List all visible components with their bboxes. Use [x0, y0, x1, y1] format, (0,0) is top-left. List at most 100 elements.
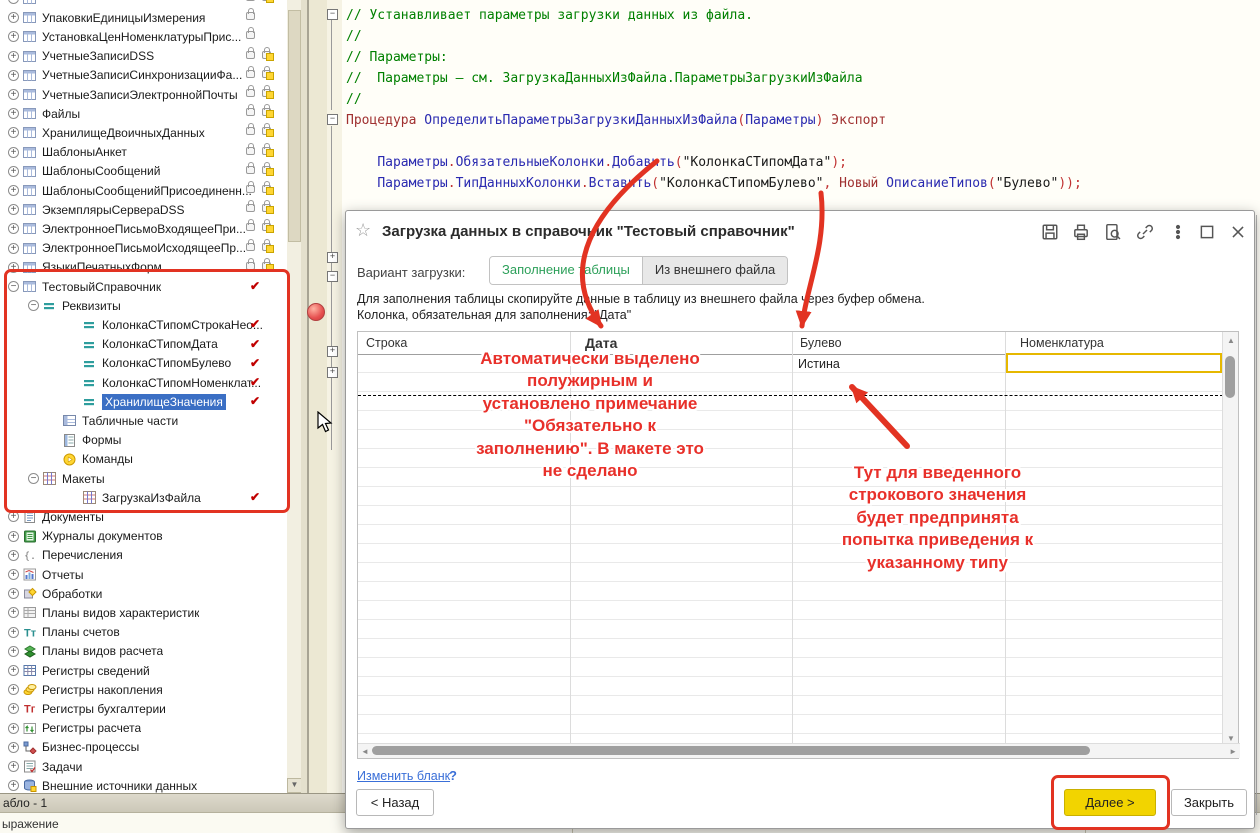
tree-item[interactable]: +Регистры накопления [0, 680, 288, 699]
table-hscroll-thumb[interactable] [372, 746, 1090, 755]
expand-icon[interactable]: + [8, 12, 19, 23]
column-header-nomenklatura[interactable]: Номенклатура [1020, 336, 1104, 350]
table-horizontal-scrollbar[interactable]: ◄ ► [358, 743, 1240, 758]
fold-toggle-icon[interactable]: − [327, 114, 338, 125]
editor-breakpoint-margin[interactable] [309, 0, 327, 793]
tree-item[interactable]: +Документы [0, 507, 288, 526]
fold-toggle-icon[interactable]: + [327, 367, 338, 378]
column-header-bulevo[interactable]: Булево [800, 336, 842, 350]
tree-item[interactable]: Табличные части [0, 411, 288, 430]
expand-icon[interactable]: + [8, 108, 19, 119]
expand-icon[interactable]: + [8, 243, 19, 254]
tree-item[interactable]: +ЭлектронноеПисьмоВходящееПри... [0, 219, 288, 238]
expand-icon[interactable]: + [8, 147, 19, 158]
expand-icon[interactable]: + [8, 569, 19, 580]
data-table[interactable]: Строка Дата Булево Номенклатура Истина ▲ [357, 331, 1239, 759]
tree-item[interactable]: +Задачи [0, 757, 288, 776]
tree-item[interactable]: Команды [0, 450, 288, 469]
close-button[interactable]: Закрыть [1171, 789, 1247, 816]
tree-item[interactable]: КолонкаСТипомДата✔ [0, 335, 288, 354]
tree-item[interactable]: + [0, 0, 288, 8]
expand-icon[interactable]: + [8, 607, 19, 618]
tree-item[interactable]: +Файлы [0, 104, 288, 123]
scroll-right-icon[interactable]: ► [1229, 747, 1237, 756]
panel-splitter[interactable] [301, 0, 309, 793]
tree-item[interactable]: −Реквизиты [0, 296, 288, 315]
help-button[interactable]: ? [449, 768, 457, 783]
expand-icon[interactable]: + [8, 511, 19, 522]
column-header-stroka[interactable]: Строка [366, 336, 407, 350]
tree-item[interactable]: +УстановкаЦенНоменклатурыПрис... [0, 27, 288, 46]
tree-item[interactable]: +ТгРегистры бухгалтерии [0, 699, 288, 718]
tree-item[interactable]: +УпаковкиЕдиницыИзмерения [0, 8, 288, 27]
preview-button[interactable] [1104, 223, 1124, 243]
tree-item[interactable]: +ТтПланы счетов [0, 623, 288, 642]
tree-scroll-down-button[interactable]: ▼ [287, 778, 302, 793]
tree-item[interactable]: +Журналы документов [0, 527, 288, 546]
next-button[interactable]: Далее > [1064, 789, 1156, 816]
expand-icon[interactable]: + [8, 166, 19, 177]
favorite-star-icon[interactable]: ☆ [355, 220, 371, 241]
expand-icon[interactable]: + [8, 742, 19, 753]
collapse-icon[interactable]: − [8, 281, 19, 292]
tree-item[interactable]: +Регистры сведений [0, 661, 288, 680]
tree-item[interactable]: +Внешние источники данных [0, 776, 288, 793]
expand-icon[interactable]: + [8, 684, 19, 695]
breakpoint-marker[interactable] [307, 303, 325, 321]
tree-item[interactable]: −ТестовыйСправочник✔ [0, 277, 288, 296]
table-vscroll-thumb[interactable] [1225, 356, 1235, 398]
close-window-button[interactable] [1229, 223, 1249, 243]
tree-item[interactable]: +Планы видов характеристик [0, 603, 288, 622]
tree-item[interactable]: +Бизнес-процессы [0, 738, 288, 757]
tree-item[interactable]: +Регистры расчета [0, 719, 288, 738]
get-link-button[interactable] [1136, 223, 1156, 243]
expand-icon[interactable]: + [8, 185, 19, 196]
expand-icon[interactable]: + [8, 780, 19, 791]
expand-icon[interactable]: + [8, 588, 19, 599]
edit-blank-link[interactable]: Изменить бланк [357, 769, 450, 783]
tree-item[interactable]: +УчетныеЗаписиDSS [0, 47, 288, 66]
fold-toggle-icon[interactable]: − [327, 271, 338, 282]
expand-icon[interactable]: + [8, 723, 19, 734]
tree-item[interactable]: +{..}Перечисления [0, 546, 288, 565]
expand-icon[interactable]: + [8, 223, 19, 234]
tree-scrollbar-thumb[interactable] [288, 10, 301, 242]
cell-bulevo-value[interactable]: Истина [798, 357, 840, 371]
collapse-icon[interactable]: − [28, 300, 39, 311]
fold-toggle-icon[interactable]: − [327, 9, 338, 20]
expand-icon[interactable]: + [8, 262, 19, 273]
table-body[interactable]: Истина [358, 354, 1224, 746]
scroll-up-icon[interactable]: ▲ [1227, 336, 1235, 345]
more-menu-button[interactable] [1169, 223, 1189, 243]
fold-toggle-icon[interactable]: + [327, 346, 338, 357]
tree-item[interactable]: +ЯзыкиПечатныхФорм [0, 258, 288, 277]
tree-item[interactable]: +ХранилищеДвоичныхДанных [0, 123, 288, 142]
expand-icon[interactable]: + [8, 127, 19, 138]
table-vertical-scrollbar[interactable]: ▲ ▼ [1222, 332, 1238, 746]
expand-icon[interactable]: + [8, 646, 19, 657]
expand-icon[interactable]: + [8, 703, 19, 714]
tree-item[interactable]: +ЭлектронноеПисьмоИсходящееПр... [0, 239, 288, 258]
print-button[interactable] [1072, 223, 1092, 243]
scroll-left-icon[interactable]: ◄ [361, 747, 369, 756]
tree-item[interactable]: +Отчеты [0, 565, 288, 584]
tree-item[interactable]: +ШаблоныСообщений [0, 162, 288, 181]
tree-item[interactable]: −Макеты [0, 469, 288, 488]
maximize-button[interactable] [1198, 223, 1218, 243]
column-header-data[interactable]: Дата [585, 335, 617, 351]
tree-item[interactable]: +ЭкземплярыСервераDSS [0, 200, 288, 219]
expand-icon[interactable]: + [8, 761, 19, 772]
expand-icon[interactable]: + [8, 627, 19, 638]
collapse-icon[interactable]: − [28, 473, 39, 484]
tree-item[interactable]: +ШаблоныАнкет [0, 143, 288, 162]
expand-icon[interactable]: + [8, 550, 19, 561]
expand-icon[interactable]: + [8, 31, 19, 42]
scroll-down-icon[interactable]: ▼ [1227, 734, 1235, 743]
tab-from-external-file[interactable]: Из внешнего файла [643, 257, 787, 284]
tree-item[interactable]: +Планы видов расчета [0, 642, 288, 661]
expand-icon[interactable]: + [8, 531, 19, 542]
tree-item[interactable]: +Обработки [0, 584, 288, 603]
expand-icon[interactable]: + [8, 204, 19, 215]
tree-vertical-scrollbar[interactable]: ▼ [287, 0, 302, 793]
expand-icon[interactable]: + [8, 89, 19, 100]
